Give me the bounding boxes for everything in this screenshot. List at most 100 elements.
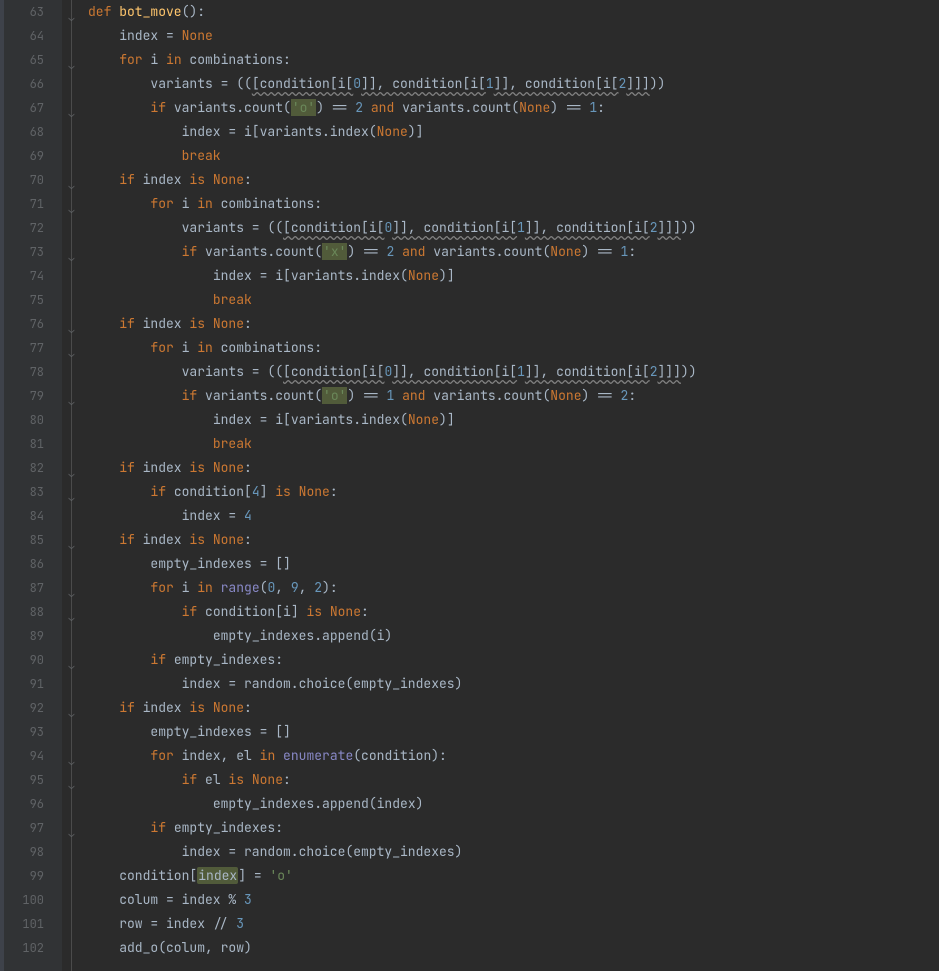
- code-line[interactable]: if empty_indexes:: [88, 816, 939, 840]
- code-line[interactable]: empty_indexes = []: [88, 552, 939, 576]
- fold-toggle-icon[interactable]: ⌄: [65, 582, 78, 595]
- code-line[interactable]: index = None: [88, 24, 939, 48]
- line-number[interactable]: 102: [0, 936, 62, 960]
- line-number[interactable]: 99: [0, 864, 62, 888]
- code-line[interactable]: if index is None:: [88, 168, 939, 192]
- line-number[interactable]: 94: [0, 744, 62, 768]
- line-number[interactable]: 75: [0, 288, 62, 312]
- code-line[interactable]: if variants.count('o') == 2 and variants…: [88, 96, 939, 120]
- code-line[interactable]: break: [88, 432, 939, 456]
- fold-toggle-icon[interactable]: ⌄: [65, 342, 78, 355]
- code-line[interactable]: variants = (([condition[i[0]], condition…: [88, 72, 939, 96]
- fold-toggle-icon[interactable]: ⌄: [65, 318, 78, 331]
- fold-toggle-icon[interactable]: ⌄: [65, 246, 78, 259]
- fold-toggle-icon[interactable]: ⌄: [65, 822, 78, 835]
- code-line[interactable]: empty_indexes.append(index): [88, 792, 939, 816]
- code-line[interactable]: for i in combinations:: [88, 48, 939, 72]
- line-number[interactable]: 63: [0, 0, 62, 24]
- line-number[interactable]: 96: [0, 792, 62, 816]
- fold-toggle-icon[interactable]: ⌄: [65, 606, 78, 619]
- code-line[interactable]: if condition[4] is None:: [88, 480, 939, 504]
- line-number[interactable]: 91: [0, 672, 62, 696]
- fold-toggle-icon[interactable]: ⌄: [65, 6, 78, 19]
- code-line[interactable]: if index is None:: [88, 312, 939, 336]
- line-number[interactable]: 68: [0, 120, 62, 144]
- line-number[interactable]: 93: [0, 720, 62, 744]
- line-number[interactable]: 80: [0, 408, 62, 432]
- line-number[interactable]: 71: [0, 192, 62, 216]
- line-number[interactable]: 76: [0, 312, 62, 336]
- line-number[interactable]: 64: [0, 24, 62, 48]
- line-number[interactable]: 74: [0, 264, 62, 288]
- line-number[interactable]: 89: [0, 624, 62, 648]
- line-number[interactable]: 84: [0, 504, 62, 528]
- code-line[interactable]: if index is None:: [88, 696, 939, 720]
- line-number[interactable]: 86: [0, 552, 62, 576]
- code-line[interactable]: if variants.count('o') == 1 and variants…: [88, 384, 939, 408]
- line-number[interactable]: 67: [0, 96, 62, 120]
- code-line[interactable]: index = 4: [88, 504, 939, 528]
- fold-toggle-icon[interactable]: ⌄: [65, 702, 78, 715]
- fold-toggle-icon[interactable]: ⌄: [65, 750, 78, 763]
- code-line[interactable]: variants = (([condition[i[0]], condition…: [88, 360, 939, 384]
- fold-toggle-icon[interactable]: ⌄: [65, 198, 78, 211]
- line-number[interactable]: 95: [0, 768, 62, 792]
- code-line[interactable]: for i in range(0, 9, 2):: [88, 576, 939, 600]
- fold-toggle-icon[interactable]: ⌄: [65, 534, 78, 547]
- fold-toggle-icon[interactable]: ⌄: [65, 102, 78, 115]
- line-number[interactable]: 101: [0, 912, 62, 936]
- code-line[interactable]: break: [88, 144, 939, 168]
- line-number[interactable]: 69: [0, 144, 62, 168]
- code-line[interactable]: if condition[i] is None:: [88, 600, 939, 624]
- code-line[interactable]: if index is None:: [88, 528, 939, 552]
- code-line[interactable]: row = index // 3: [88, 912, 939, 936]
- fold-toggle-icon[interactable]: ⌄: [65, 486, 78, 499]
- code-line[interactable]: index = i[variants.index(None)]: [88, 408, 939, 432]
- line-number-gutter[interactable]: 6364656667686970717273747576777879808182…: [0, 0, 62, 971]
- fold-toggle-icon[interactable]: ⌄: [65, 654, 78, 667]
- fold-toggle-icon[interactable]: ⌄: [65, 774, 78, 787]
- fold-toggle-icon[interactable]: ⌄: [65, 462, 78, 475]
- code-line[interactable]: if empty_indexes:: [88, 648, 939, 672]
- code-line[interactable]: empty_indexes.append(i): [88, 624, 939, 648]
- code-line[interactable]: index = i[variants.index(None)]: [88, 264, 939, 288]
- code-line[interactable]: colum = index % 3: [88, 888, 939, 912]
- code-line[interactable]: break: [88, 288, 939, 312]
- line-number[interactable]: 83: [0, 480, 62, 504]
- line-number[interactable]: 97: [0, 816, 62, 840]
- code-line[interactable]: for index, el in enumerate(condition):: [88, 744, 939, 768]
- fold-toggle-icon[interactable]: ⌄: [65, 174, 78, 187]
- code-line[interactable]: add_o(colum, row): [88, 936, 939, 960]
- fold-toggle-icon[interactable]: ⌄: [65, 390, 78, 403]
- code-editor[interactable]: 6364656667686970717273747576777879808182…: [0, 0, 939, 971]
- line-number[interactable]: 90: [0, 648, 62, 672]
- line-number[interactable]: 73: [0, 240, 62, 264]
- code-line[interactable]: index = random.choice(empty_indexes): [88, 840, 939, 864]
- code-line[interactable]: index = random.choice(empty_indexes): [88, 672, 939, 696]
- code-line[interactable]: variants = (([condition[i[0]], condition…: [88, 216, 939, 240]
- line-number[interactable]: 70: [0, 168, 62, 192]
- line-number[interactable]: 88: [0, 600, 62, 624]
- code-line[interactable]: if index is None:: [88, 456, 939, 480]
- code-line[interactable]: if el is None:: [88, 768, 939, 792]
- code-line[interactable]: if variants.count('x') == 2 and variants…: [88, 240, 939, 264]
- code-line[interactable]: index = i[variants.index(None)]: [88, 120, 939, 144]
- code-area[interactable]: def bot_move(): index = None for i in co…: [84, 0, 939, 971]
- line-number[interactable]: 65: [0, 48, 62, 72]
- code-line[interactable]: for i in combinations:: [88, 336, 939, 360]
- line-number[interactable]: 98: [0, 840, 62, 864]
- line-number[interactable]: 72: [0, 216, 62, 240]
- line-number[interactable]: 81: [0, 432, 62, 456]
- line-number[interactable]: 77: [0, 336, 62, 360]
- code-line[interactable]: for i in combinations:: [88, 192, 939, 216]
- fold-toggle-icon[interactable]: ⌄: [65, 54, 78, 67]
- line-number[interactable]: 66: [0, 72, 62, 96]
- fold-column[interactable]: ⌄ ⌄ ⌄ ⌄ ⌄ ⌄ ⌄ ⌄ ⌄ ⌄ ⌄ ⌄ ⌄ ⌄ ⌄ ⌄ ⌄ ⌄ ⌄: [62, 0, 84, 971]
- line-number[interactable]: 79: [0, 384, 62, 408]
- code-line[interactable]: condition[index] = 'o': [88, 864, 939, 888]
- line-number[interactable]: 85: [0, 528, 62, 552]
- line-number[interactable]: 82: [0, 456, 62, 480]
- code-line[interactable]: empty_indexes = []: [88, 720, 939, 744]
- line-number[interactable]: 100: [0, 888, 62, 912]
- line-number[interactable]: 92: [0, 696, 62, 720]
